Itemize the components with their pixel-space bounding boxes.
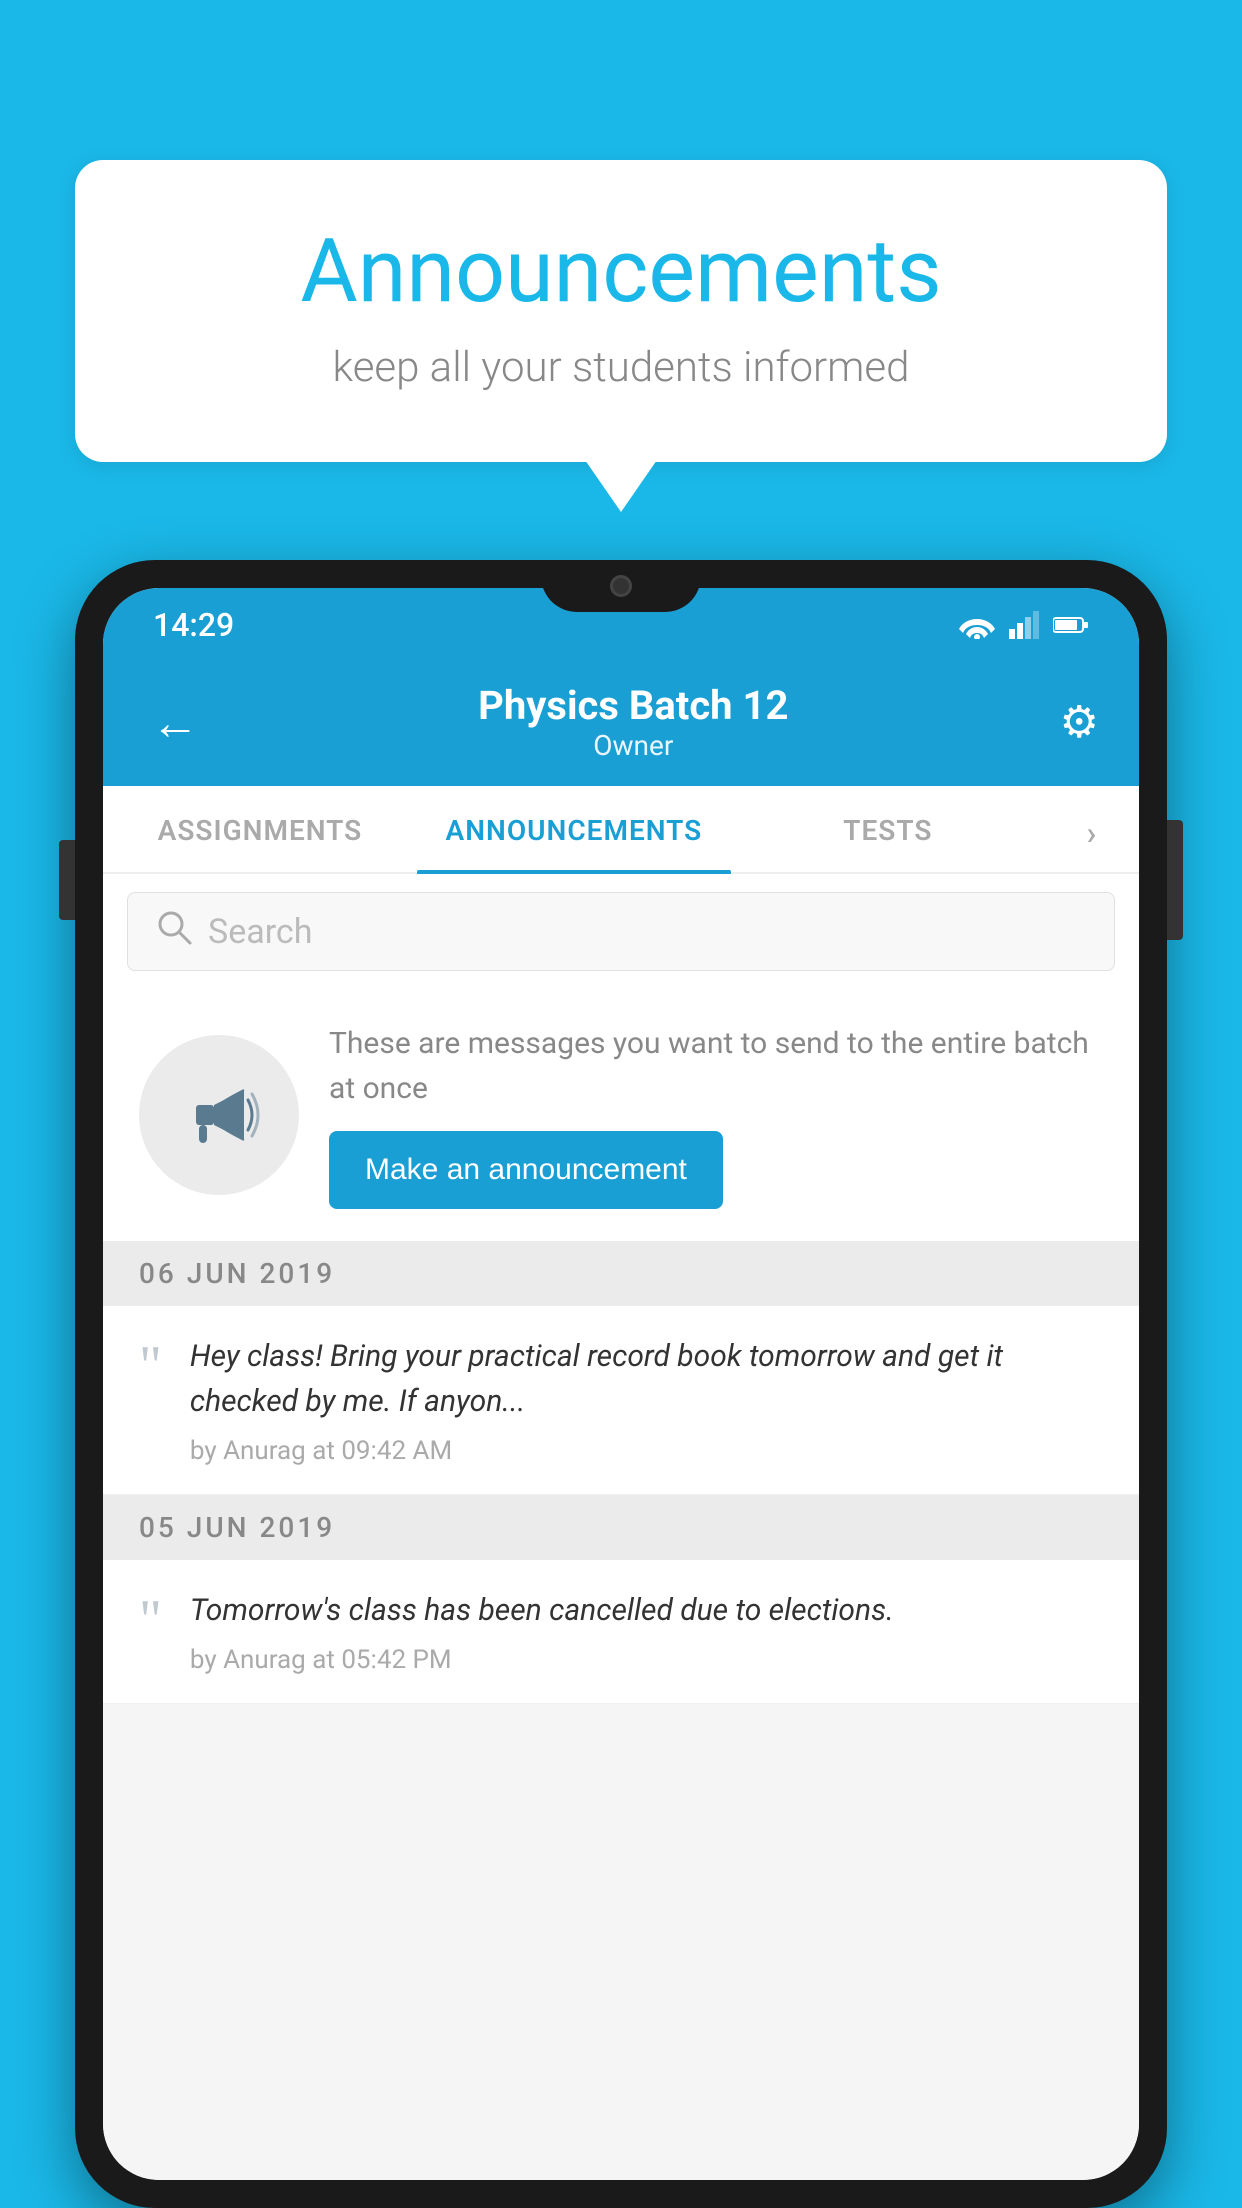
phone-notch	[541, 560, 701, 612]
tab-announcements[interactable]: ANNOUNCEMENTS	[417, 786, 731, 872]
date-label-1: 06 JUN 2019	[139, 1257, 335, 1290]
phone-screen: 14:29	[103, 588, 1139, 2180]
date-label-2: 05 JUN 2019	[139, 1511, 335, 1544]
announcement-item-1[interactable]: " Hey class! Bring your practical record…	[103, 1306, 1139, 1495]
tab-more[interactable]: ›	[1045, 786, 1139, 872]
announcement-content-2: Tomorrow's class has been cancelled due …	[190, 1588, 1103, 1675]
announcement-content-1: Hey class! Bring your practical record b…	[190, 1334, 1103, 1466]
quote-icon-1: "	[139, 1338, 162, 1394]
announcement-text-1: Hey class! Bring your practical record b…	[190, 1334, 1103, 1424]
settings-button[interactable]: ⚙	[1060, 696, 1099, 748]
phone-outer: 14:29	[75, 560, 1167, 2208]
announcement-text-2: Tomorrow's class has been cancelled due …	[190, 1588, 1103, 1633]
header-center: Physics Batch 12 Owner	[478, 682, 788, 762]
promo-card: These are messages you want to send to t…	[103, 989, 1139, 1241]
tabs-container: ASSIGNMENTS ANNOUNCEMENTS TESTS ›	[103, 786, 1139, 874]
front-camera	[610, 575, 632, 597]
status-time: 14:29	[153, 606, 234, 644]
date-separator-1: 06 JUN 2019	[103, 1241, 1139, 1306]
signal-icon	[1009, 611, 1039, 639]
app-header: ← Physics Batch 12 Owner ⚙	[103, 658, 1139, 786]
back-button[interactable]: ←	[143, 686, 207, 759]
speech-bubble-subtitle: keep all your students informed	[155, 343, 1087, 392]
promo-description: These are messages you want to send to t…	[329, 1021, 1103, 1111]
wifi-icon	[959, 611, 995, 639]
phone-container: 14:29	[75, 560, 1167, 2208]
header-subtitle: Owner	[478, 729, 788, 762]
search-icon	[156, 909, 192, 954]
megaphone-icon	[174, 1070, 264, 1160]
content-area: Search	[103, 874, 1139, 2180]
promo-icon	[139, 1035, 299, 1195]
announcement-meta-1: by Anurag at 09:42 AM	[190, 1436, 1103, 1466]
announcement-item-2[interactable]: " Tomorrow's class has been cancelled du…	[103, 1560, 1139, 1704]
speech-bubble-title: Announcements	[155, 220, 1087, 323]
battery-icon	[1053, 615, 1089, 635]
speech-bubble-section: Announcements keep all your students inf…	[75, 160, 1167, 462]
announcement-meta-2: by Anurag at 05:42 PM	[190, 1645, 1103, 1675]
speech-bubble-card: Announcements keep all your students inf…	[75, 160, 1167, 462]
tab-tests[interactable]: TESTS	[731, 786, 1045, 872]
quote-icon-2: "	[139, 1592, 162, 1648]
tab-assignments[interactable]: ASSIGNMENTS	[103, 786, 417, 872]
make-announcement-button[interactable]: Make an announcement	[329, 1131, 723, 1209]
search-input[interactable]: Search	[127, 892, 1115, 971]
promo-content: These are messages you want to send to t…	[329, 1021, 1103, 1209]
search-placeholder-text: Search	[208, 912, 312, 952]
header-title: Physics Batch 12	[478, 682, 788, 729]
search-bar-container: Search	[103, 874, 1139, 989]
date-separator-2: 05 JUN 2019	[103, 1495, 1139, 1560]
status-icons	[959, 611, 1089, 639]
